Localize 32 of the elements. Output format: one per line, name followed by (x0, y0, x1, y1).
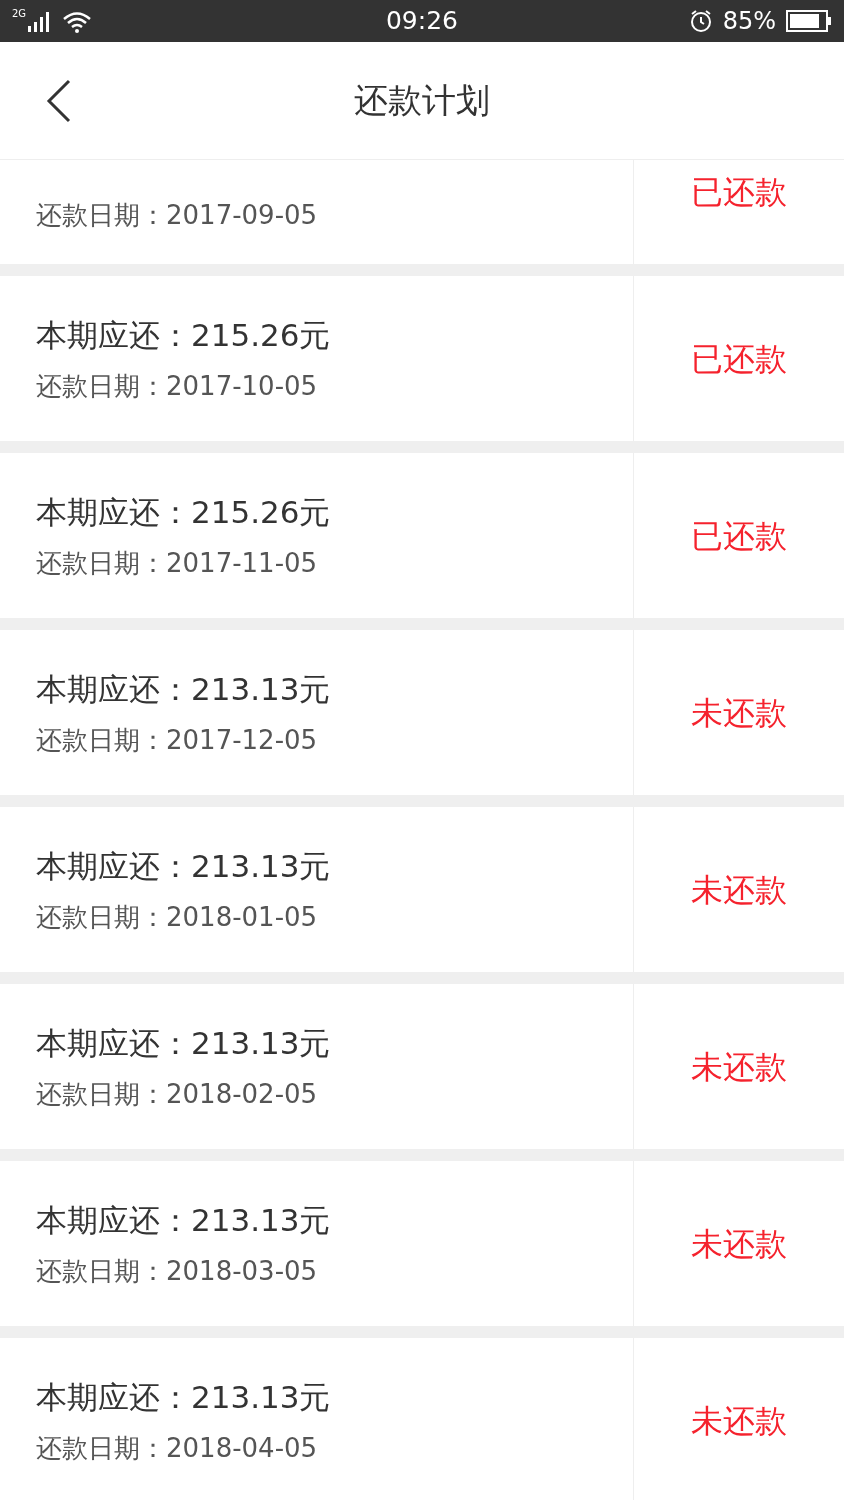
payment-status: 未还款 (691, 1046, 787, 1088)
due-date: 还款日期：2017-09-05 (36, 200, 319, 230)
payment-status: 未还款 (691, 1400, 787, 1442)
payment-status: 未还款 (691, 1223, 787, 1265)
amount-due: 本期应还：213.13元 (36, 670, 332, 707)
wifi-icon (62, 11, 93, 33)
payment-status: 已还款 (691, 338, 787, 380)
due-date: 还款日期：2017-10-05 (36, 370, 319, 401)
amount-due: 本期应还：213.13元 (36, 1201, 332, 1238)
payment-status: 已还款 (691, 515, 787, 557)
signal-icon (28, 11, 51, 33)
battery-percent: 85% (722, 6, 776, 37)
due-date: 还款日期：2018-02-05 (36, 1078, 319, 1109)
payment-status: 未还款 (691, 692, 787, 734)
page-title: 还款计划 (354, 79, 490, 122)
due-date: 还款日期：2017-12-05 (36, 724, 319, 755)
payment-status: 已还款 (691, 172, 787, 213)
network-type: 2G (12, 9, 27, 19)
battery-icon (786, 10, 832, 32)
due-date: 还款日期：2018-03-05 (36, 1255, 319, 1286)
due-date: 还款日期：2018-01-05 (36, 901, 319, 932)
clock: 09:26 (385, 5, 458, 38)
back-icon (46, 78, 72, 123)
amount-due: 本期应还：215.26元 (36, 493, 332, 530)
payment-status: 未还款 (691, 869, 787, 911)
alarm-icon (688, 9, 713, 33)
amount-due: 本期应还：213.13元 (36, 1378, 332, 1415)
amount-due: 本期应还：213.13元 (36, 1024, 332, 1061)
due-date: 还款日期：2017-11-05 (36, 547, 319, 578)
due-date: 还款日期：2018-04-05 (36, 1432, 319, 1463)
amount-due: 本期应还：215.26元 (36, 316, 332, 353)
amount-due: 本期应还：213.13元 (36, 847, 332, 884)
